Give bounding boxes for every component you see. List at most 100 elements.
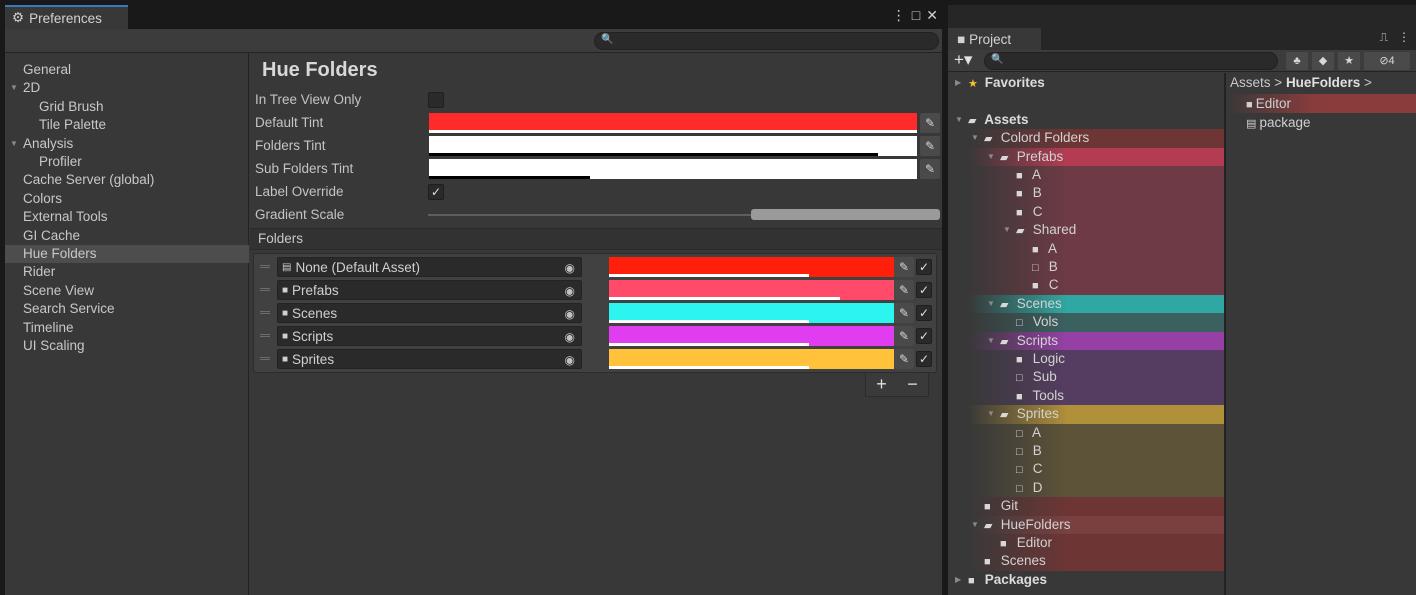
folder-enabled-checkbox[interactable]: ✓ <box>916 351 932 367</box>
breadcrumb-assets[interactable]: Assets <box>1230 75 1271 90</box>
expand-triangle-icon[interactable]: ▼ <box>955 111 963 129</box>
drag-handle[interactable] <box>260 357 270 360</box>
drag-handle[interactable] <box>260 311 270 314</box>
expand-triangle-icon[interactable]: ▶ <box>955 74 961 92</box>
folder-object-field[interactable]: ■ Sprites ◉ <box>277 349 582 369</box>
folder-object-field[interactable]: ■ Scripts ◉ <box>277 326 582 346</box>
tree-item-favorites[interactable]: ▶ ★ Favorites <box>948 74 1224 92</box>
object-picker-icon[interactable]: ◉ <box>565 307 575 321</box>
tree-item-a[interactable]: ■ A <box>948 166 1224 185</box>
eyedropper-icon[interactable]: ✎ <box>894 257 914 277</box>
folders-tint-color-field[interactable] <box>429 136 917 156</box>
object-picker-icon[interactable]: ◉ <box>565 353 575 367</box>
eyedropper-icon[interactable]: ✎ <box>920 113 940 133</box>
tree-item-logic[interactable]: ■ Logic <box>948 350 1224 369</box>
label-override-checkbox[interactable]: ✓ <box>428 184 444 200</box>
tree-item-vols[interactable]: □ Vols <box>948 313 1224 332</box>
tree-item-scenes[interactable]: ▼ ▰ Scenes <box>948 294 1224 314</box>
close-icon[interactable]: ✕ <box>926 7 938 24</box>
eyedropper-icon[interactable]: ✎ <box>894 349 914 369</box>
tree-item-shared[interactable]: ▼ ▰ Shared <box>948 221 1224 240</box>
tree-item-b[interactable]: □ B <box>948 442 1224 461</box>
expand-triangle-icon[interactable]: ▼ <box>987 148 995 166</box>
hidden-packages-toggle[interactable]: ⊘4 <box>1364 52 1410 70</box>
eyedropper-icon[interactable]: ✎ <box>894 280 914 300</box>
gradient-scale-range-handle[interactable] <box>750 209 940 220</box>
sidebar-item-hue-folders[interactable]: Hue Folders <box>5 245 249 264</box>
sidebar-item-2d[interactable]: ▼ 2D <box>5 79 249 97</box>
search-by-label-icon[interactable]: ◆ <box>1312 52 1334 70</box>
tree-item-packages[interactable]: ▶ ■ Packages <box>948 571 1224 589</box>
tree-item-sub[interactable]: □ Sub <box>948 368 1224 387</box>
folder-enabled-checkbox[interactable]: ✓ <box>916 259 932 275</box>
asset-item-package[interactable]: ▤ package <box>1226 113 1416 132</box>
expand-triangle-icon[interactable]: ▶ <box>955 571 961 589</box>
tree-item-tools[interactable]: ■ Tools <box>948 386 1224 406</box>
project-tab[interactable]: ■ Project <box>948 28 1041 50</box>
folder-object-field[interactable]: ▤ None (Default Asset) ◉ <box>277 257 582 277</box>
search-by-type-icon[interactable]: ♣ <box>1286 52 1308 70</box>
add-entry-button[interactable]: + <box>876 374 887 395</box>
in-tree-view-only-checkbox[interactable] <box>428 92 444 108</box>
tree-item-assets[interactable]: ▼ ▰ Assets <box>948 111 1224 129</box>
tree-item-b[interactable]: ■ B <box>948 184 1224 203</box>
folder-object-field[interactable]: ■ Scenes ◉ <box>277 303 582 323</box>
tree-item-editor[interactable]: ■ Editor <box>948 534 1224 553</box>
sidebar-item-tile-palette[interactable]: Tile Palette <box>5 116 249 134</box>
expand-triangle-icon[interactable]: ▼ <box>987 295 995 313</box>
expand-triangle-icon[interactable]: ▼ <box>10 79 18 97</box>
maximize-icon[interactable]: □ <box>912 7 920 24</box>
tree-item-a[interactable]: □ A <box>948 423 1224 442</box>
sidebar-item-timeline[interactable]: Timeline <box>5 319 249 337</box>
tree-item-prefabs[interactable]: ▼ ▰ Prefabs <box>948 147 1224 166</box>
sidebar-item-general[interactable]: General <box>5 61 249 79</box>
expand-triangle-icon[interactable]: ▼ <box>987 405 995 423</box>
tree-item-scenes[interactable]: ■ Scenes <box>948 552 1224 571</box>
tree-item-c[interactable]: ■ C <box>948 202 1224 222</box>
expand-triangle-icon[interactable]: ▼ <box>1003 221 1011 239</box>
lock-icon[interactable]: ⎍ <box>1380 30 1388 45</box>
folder-color-field[interactable] <box>609 280 894 300</box>
folder-object-field[interactable]: ■ Prefabs ◉ <box>277 280 582 300</box>
remove-entry-button[interactable]: − <box>907 374 918 395</box>
preferences-tab[interactable]: ⚙ Preferences <box>5 5 128 29</box>
eyedropper-icon[interactable]: ✎ <box>894 303 914 323</box>
folder-color-field[interactable] <box>609 349 894 369</box>
folder-color-field[interactable] <box>609 303 894 323</box>
object-picker-icon[interactable]: ◉ <box>565 284 575 298</box>
sidebar-item-external-tools[interactable]: External Tools <box>5 208 249 226</box>
tree-item-c[interactable]: ■ C <box>948 276 1224 295</box>
sidebar-item-rider[interactable]: Rider <box>5 263 249 281</box>
expand-triangle-icon[interactable]: ▼ <box>10 135 18 153</box>
expand-triangle-icon[interactable]: ▼ <box>971 129 979 147</box>
sidebar-item-ui-scaling[interactable]: UI Scaling <box>5 337 249 355</box>
sidebar-item-gi-cache[interactable]: GI Cache <box>5 227 249 245</box>
tree-item-d[interactable]: □ D <box>948 478 1224 498</box>
asset-item-editor[interactable]: ■ Editor <box>1226 94 1416 113</box>
sidebar-item-colors[interactable]: Colors <box>5 190 249 208</box>
eyedropper-icon[interactable]: ✎ <box>920 136 940 156</box>
folder-color-field[interactable] <box>609 326 894 346</box>
tree-item-scripts[interactable]: ▼ ▰ Scripts <box>948 331 1224 350</box>
folder-enabled-checkbox[interactable]: ✓ <box>916 305 932 321</box>
sidebar-item-profiler[interactable]: Profiler <box>5 153 249 171</box>
tree-item-c[interactable]: □ C <box>948 460 1224 479</box>
object-picker-icon[interactable]: ◉ <box>565 261 575 275</box>
drag-handle[interactable] <box>260 288 270 291</box>
more-menu-icon[interactable]: ⋮ <box>1398 30 1410 45</box>
sidebar-item-grid-brush[interactable]: Grid Brush <box>5 98 249 116</box>
project-search-input[interactable]: 🔍 <box>984 52 1278 70</box>
preferences-search-input[interactable]: 🔍 <box>594 32 939 50</box>
sidebar-item-scene-view[interactable]: Scene View <box>5 282 249 300</box>
tree-item-sprites[interactable]: ▼ ▰ Sprites <box>948 405 1224 424</box>
tree-item-a[interactable]: ■ A <box>948 239 1224 258</box>
create-button[interactable]: +▾ <box>954 50 972 70</box>
expand-triangle-icon[interactable]: ▼ <box>971 516 979 534</box>
favorite-star-icon[interactable]: ★ <box>1338 52 1360 70</box>
tree-item-huefolders[interactable]: ▼ ▰ HueFolders <box>948 515 1224 534</box>
default-tint-color-field[interactable] <box>429 113 917 133</box>
folder-enabled-checkbox[interactable]: ✓ <box>916 282 932 298</box>
folder-enabled-checkbox[interactable]: ✓ <box>916 328 932 344</box>
sub-folders-tint-color-field[interactable] <box>429 159 917 179</box>
drag-handle[interactable] <box>260 334 270 337</box>
